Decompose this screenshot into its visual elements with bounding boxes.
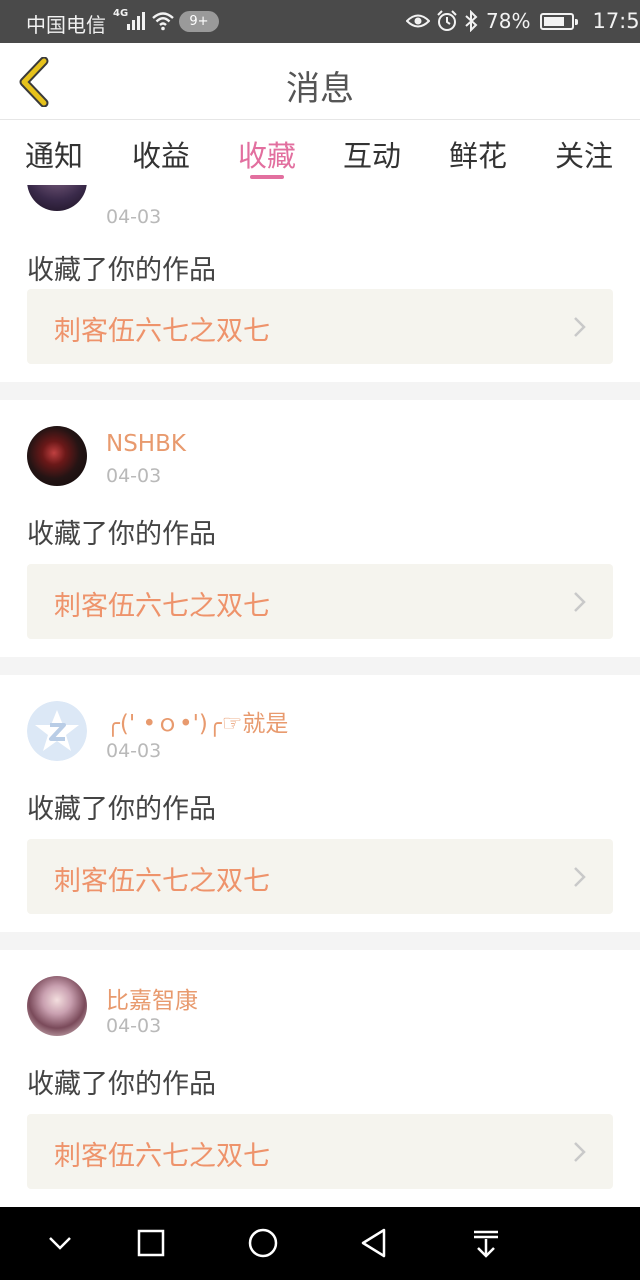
work-title: 刺客伍六七之双七 [54,316,270,347]
tab-interactions[interactable]: 互动 [337,133,407,175]
chevron-right-icon [574,317,586,337]
battery-percent: 78% [486,9,531,33]
tab-following[interactable]: 关注 [549,133,619,175]
work-link[interactable]: 刺客伍六七之双七 [27,839,613,914]
eye-icon [406,14,430,28]
work-title: 刺客伍六七之双七 [54,591,270,622]
notification-badge: 9+ [179,11,219,32]
avatar[interactable] [27,426,87,486]
tab-bar: 通知 收益 收藏 互动 鲜花 关注 [0,121,640,185]
chevron-right-icon [574,592,586,612]
collapse-icon[interactable] [42,1225,78,1261]
work-link[interactable]: 刺客伍六七之双七 [27,564,613,639]
notification-pull-icon[interactable] [468,1225,504,1261]
date: 04-03 [106,1015,162,1037]
back-icon[interactable] [356,1225,392,1261]
work-link[interactable]: 刺客伍六七之双七 [27,1114,613,1189]
work-title: 刺客伍六七之双七 [54,866,270,897]
recents-icon[interactable] [133,1225,169,1261]
tab-earnings[interactable]: 收益 [126,133,196,175]
home-icon[interactable] [245,1225,281,1261]
date: 04-03 [106,206,162,228]
active-tab-indicator [250,175,284,179]
work-title: 刺客伍六七之双七 [54,1141,270,1172]
list-item: ╭(' •ｏ•')╭☞就是 04-03 收藏了你的作品 刺客伍六七之双七 [0,675,640,932]
signal-icon [127,12,145,30]
action-text: 收藏了你的作品 [27,1069,216,1100]
list-item: NSHBK 04-03 收藏了你的作品 刺客伍六七之双七 [0,400,640,657]
work-link[interactable]: 刺客伍六七之双七 [27,289,613,364]
action-text: 收藏了你的作品 [27,794,216,825]
tab-favorites[interactable]: 收藏 [232,133,302,175]
tab-flowers[interactable]: 鲜花 [443,133,513,175]
carrier-label: 中国电信 [26,13,106,37]
username[interactable]: 比嘉智康 [106,981,198,1015]
status-bar: 中国电信 4G 9+ 78% 17:52 [0,0,640,43]
page-title: 消息 [286,69,354,109]
action-text: 收藏了你的作品 [27,255,216,286]
avatar[interactable] [27,185,87,211]
avatar[interactable] [27,976,87,1036]
app-header: 消息 [0,43,640,120]
list-item: 04-03 收藏了你的作品 刺客伍六七之双七 [0,185,640,382]
network-type: 4G [113,8,129,19]
username[interactable]: ╭(' •ｏ•')╭☞就是 [106,704,288,738]
battery-icon [540,12,579,30]
clock: 17:52 [592,9,640,33]
message-list[interactable]: 04-03 收藏了你的作品 刺客伍六七之双七 NSHBK 04-03 收藏了你的… [0,185,640,1207]
action-text: 收藏了你的作品 [27,519,216,550]
username[interactable]: NSHBK [106,431,186,457]
default-logo-avatar[interactable] [27,701,87,761]
bluetooth-icon [465,10,478,32]
list-item: 比嘉智康 04-03 收藏了你的作品 刺客伍六七之双七 [0,950,640,1207]
date: 04-03 [106,740,162,762]
chevron-right-icon [574,1142,586,1162]
system-nav-bar [0,1207,640,1280]
chevron-right-icon [574,867,586,887]
tab-notifications[interactable]: 通知 [19,133,89,175]
alarm-icon [437,10,457,31]
wifi-icon [152,12,174,31]
date: 04-03 [106,465,162,487]
